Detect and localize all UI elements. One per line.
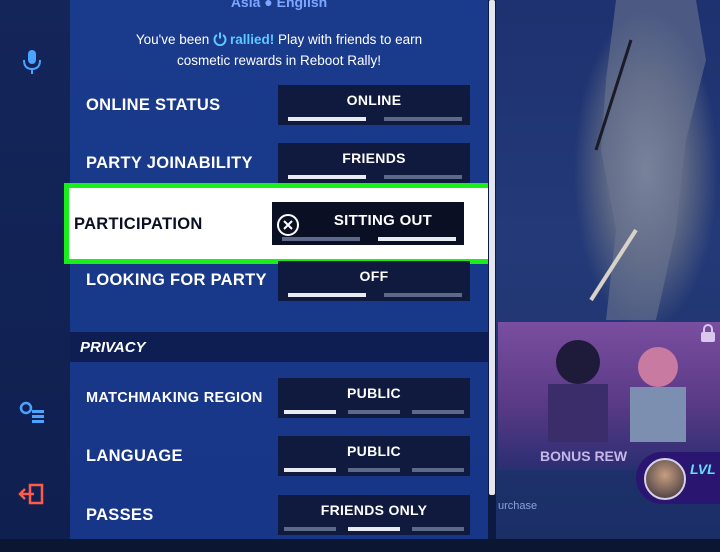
bonus-rewards-card[interactable]: BONUS REW xyxy=(498,322,720,470)
party-joinability-selector[interactable]: FRIENDS xyxy=(278,143,470,183)
setting-value: FRIENDS ONLY xyxy=(320,502,428,518)
section-title: PRIVACY xyxy=(80,339,146,356)
level-label: LVL xyxy=(690,461,716,477)
option-indicator-active xyxy=(378,237,456,241)
setting-label: PASSES xyxy=(86,506,154,524)
setting-row-passes: PASSES FRIENDS ONLY xyxy=(70,494,488,552)
option-indicator xyxy=(284,527,336,531)
privacy-section-header: PRIVACY xyxy=(70,332,488,362)
option-indicator xyxy=(384,175,462,179)
settings-panel: Asia ● English You've been rallied! Play… xyxy=(64,0,494,539)
setting-value: ONLINE xyxy=(346,92,402,108)
setting-row-online-status: ONLINE STATUS ONLINE xyxy=(70,84,488,142)
passes-selector[interactable]: FRIENDS ONLY xyxy=(278,495,470,535)
setting-label: PARTICIPATION xyxy=(74,215,203,233)
setting-label: LANGUAGE xyxy=(86,447,183,465)
online-status-selector[interactable]: ONLINE xyxy=(278,85,470,125)
language-region-text: Asia ● English xyxy=(230,0,328,10)
option-indicator-active xyxy=(284,410,336,414)
lock-icon xyxy=(700,324,716,347)
setting-row-looking-for-party: LOOKING FOR PARTY OFF xyxy=(70,259,488,317)
option-indicator xyxy=(412,468,464,472)
participation-selector[interactable]: SITTING OUT xyxy=(272,202,464,245)
option-indicator-active xyxy=(348,527,400,531)
rally-message: You've been rallied! Play with friends t… xyxy=(135,32,423,68)
option-indicator xyxy=(348,468,400,472)
exit-icon[interactable] xyxy=(18,480,46,508)
setting-value: PUBLIC xyxy=(347,385,401,401)
setting-row-language: LANGUAGE PUBLIC xyxy=(70,435,488,493)
microphone-icon[interactable] xyxy=(18,48,46,76)
option-indicator xyxy=(412,527,464,531)
setting-label: MATCHMAKING REGION xyxy=(86,390,263,406)
setting-value: FRIENDS xyxy=(342,150,406,166)
option-indicator xyxy=(384,117,462,121)
language-selector[interactable]: PUBLIC xyxy=(278,436,470,476)
setting-value: SITTING OUT xyxy=(333,212,433,229)
option-indicator xyxy=(412,410,464,414)
setting-value: OFF xyxy=(359,268,389,284)
setting-value: PUBLIC xyxy=(347,443,401,459)
setting-label: PARTY JOINABILITY xyxy=(86,154,253,172)
settings-list-icon[interactable] xyxy=(18,398,46,426)
scrollbar-thumb[interactable] xyxy=(489,0,495,495)
setting-label: LOOKING FOR PARTY xyxy=(86,271,267,289)
option-indicator xyxy=(282,237,360,241)
purchase-text: urchase xyxy=(498,500,538,512)
player-level-badge[interactable]: LVL xyxy=(636,452,720,504)
looking-for-party-selector[interactable]: OFF xyxy=(278,261,470,301)
setting-label: ONLINE STATUS xyxy=(86,96,221,114)
bonus-characters-art xyxy=(548,340,686,442)
rallied-text: rallied! xyxy=(230,32,275,47)
option-indicator xyxy=(384,293,462,297)
option-indicator-active xyxy=(288,117,366,121)
participation-highlight: PARTICIPATION SITTING OUT xyxy=(64,183,494,264)
bonus-rewards-label: BONUS REW xyxy=(540,448,628,464)
character-silhouette xyxy=(589,0,706,320)
matchmaking-region-selector[interactable]: PUBLIC xyxy=(278,378,470,418)
setting-row-matchmaking-region: MATCHMAKING REGION PUBLIC xyxy=(70,377,488,435)
left-rail xyxy=(0,0,70,539)
power-icon xyxy=(213,32,227,51)
option-indicator-active xyxy=(288,175,366,179)
settings-scrollbar[interactable] xyxy=(488,0,496,539)
option-indicator xyxy=(348,410,400,414)
option-indicator-active xyxy=(284,468,336,472)
option-indicator-active xyxy=(288,293,366,297)
avatar xyxy=(644,458,686,500)
